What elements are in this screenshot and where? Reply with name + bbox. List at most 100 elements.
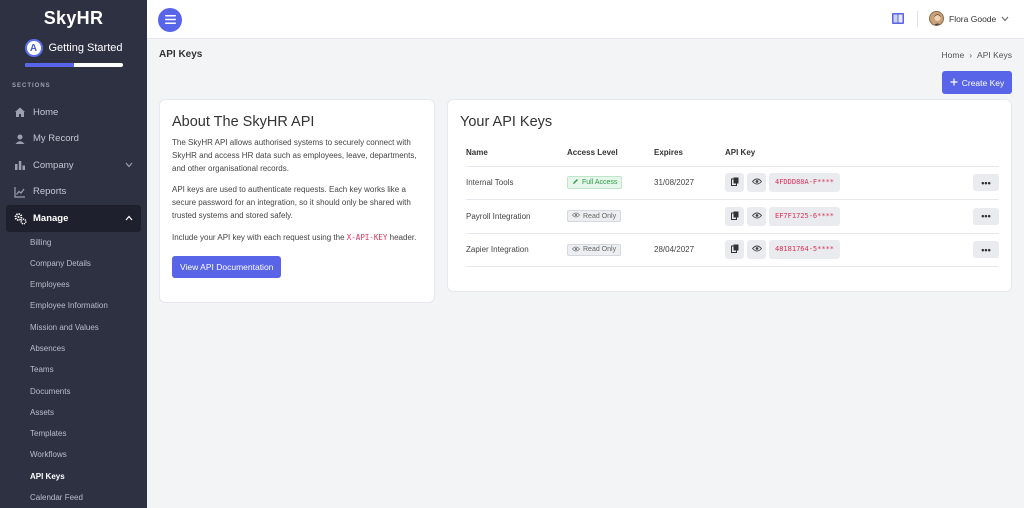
- api-key-header-code: X-API-KEY: [346, 232, 388, 242]
- copy-key-button[interactable]: [725, 206, 744, 226]
- key-name: Internal Tools: [466, 166, 567, 200]
- bar-chart-icon: [13, 158, 27, 172]
- view-api-documentation-button[interactable]: View API Documentation: [172, 255, 282, 278]
- table-header-row: Name Access Level Expires API Key: [466, 140, 999, 167]
- chevron-down-icon: [125, 160, 133, 171]
- access-badge-label: Read Only: [583, 212, 617, 220]
- getting-started-badge: A: [24, 39, 43, 57]
- access-badge-label: Read Only: [583, 246, 617, 254]
- submenu-item-assets[interactable]: Assets: [0, 402, 147, 423]
- actions-cell: •••: [965, 233, 999, 267]
- submenu-item-mission-and-values[interactable]: Mission and Values: [0, 317, 147, 338]
- sidebar-item-company[interactable]: Company: [0, 152, 147, 179]
- access-cell: Read Only: [567, 199, 654, 234]
- access-cell: Read Only: [567, 233, 654, 267]
- more-actions-button[interactable]: •••: [973, 207, 999, 225]
- access-badge: Read Only: [567, 243, 622, 256]
- reveal-key-button[interactable]: [747, 173, 766, 193]
- chevron-up-icon: [125, 213, 133, 224]
- eye-icon: [751, 178, 762, 187]
- table-row: Payroll Integration Read Only EF7F1725-6…: [466, 199, 999, 234]
- submenu-item-workflows[interactable]: Workflows: [0, 444, 147, 465]
- breadcrumb-current: API Keys: [977, 50, 1012, 60]
- manage-submenu: Billing Company Details Employees Employ…: [0, 232, 147, 508]
- copy-key-button[interactable]: [725, 240, 744, 260]
- sidebar-item-label: Home: [33, 106, 59, 118]
- sidebar-nav: Home My Record Company Reports Manage: [0, 99, 147, 232]
- sidebar-item-my-record[interactable]: My Record: [0, 126, 147, 153]
- submenu-item-employee-information[interactable]: Employee Information: [0, 295, 147, 316]
- key-cell: EF7F1725-6****: [725, 199, 965, 234]
- menu-toggle-button[interactable]: [158, 8, 182, 32]
- submenu-item-api-keys[interactable]: API Keys: [0, 466, 147, 487]
- create-key-button[interactable]: Create Key: [942, 71, 1012, 94]
- page-title: API Keys: [159, 49, 203, 60]
- api-key-value: 48181764-5****: [769, 240, 841, 260]
- sections-title: SECTIONS: [12, 83, 51, 89]
- more-actions-button[interactable]: •••: [973, 174, 999, 192]
- sidebar-item-label: Company: [33, 159, 74, 171]
- topbar-divider: [917, 11, 918, 27]
- breadcrumb: Home › API Keys: [942, 50, 1013, 60]
- submenu-item-employees[interactable]: Employees: [0, 274, 147, 295]
- user-menu[interactable]: Flora Goode: [929, 11, 1009, 26]
- reveal-key-button[interactable]: [747, 240, 766, 260]
- api-keys-title: Your API Keys: [460, 114, 553, 130]
- key-name: Payroll Integration: [466, 199, 567, 234]
- key-expires: [654, 199, 725, 234]
- more-actions-button[interactable]: •••: [973, 241, 999, 259]
- access-badge-label: Full Access: [582, 179, 618, 187]
- avatar: [929, 11, 944, 26]
- submenu-item-templates[interactable]: Templates: [0, 423, 147, 444]
- api-key-value: EF7F1725-6****: [769, 206, 841, 226]
- about-api-paragraph-1: The SkyHR API allows authorised systems …: [172, 138, 417, 173]
- sidebar-item-label: Manage: [33, 212, 69, 224]
- submenu-item-teams[interactable]: Teams: [0, 359, 147, 380]
- key-cell: 4FDDD88A-F****: [725, 166, 965, 200]
- submenu-item-calendar-feed[interactable]: Calendar Feed: [0, 487, 147, 508]
- access-badge: Full Access: [567, 176, 623, 190]
- access-cell: Full Access: [567, 166, 654, 200]
- about-api-p3-after: header.: [387, 232, 417, 242]
- key-cell-group: 4FDDD88A-F****: [725, 173, 965, 193]
- about-api-card: About The SkyHR API The SkyHR API allows…: [159, 99, 435, 303]
- api-keys-card: Your API Keys Name Access Level Expires …: [447, 99, 1012, 292]
- eye-icon: [751, 245, 762, 254]
- submenu-item-billing[interactable]: Billing: [0, 232, 147, 253]
- getting-started[interactable]: A Getting Started: [0, 39, 147, 57]
- submenu-item-absences[interactable]: Absences: [0, 338, 147, 359]
- breadcrumb-home[interactable]: Home: [942, 50, 965, 60]
- sidebar-item-reports[interactable]: Reports: [0, 179, 147, 206]
- table-row: Internal Tools Full Access 31/08/2027 4F…: [466, 166, 999, 200]
- key-expires: 28/04/2027: [654, 233, 725, 267]
- key-name: Zapier Integration: [466, 233, 567, 267]
- book-icon[interactable]: [891, 12, 905, 27]
- column-header-expires: Expires: [654, 140, 725, 167]
- column-header-api-key: API Key: [725, 140, 965, 167]
- sidebar-item-home[interactable]: Home: [0, 99, 147, 126]
- key-cell-group: EF7F1725-6****: [725, 206, 965, 226]
- line-chart-icon: [13, 185, 27, 199]
- getting-started-progress-fill: [24, 63, 74, 67]
- home-icon: [13, 105, 27, 119]
- brand-logo[interactable]: SkyHR: [0, 8, 147, 29]
- hamburger-icon: [164, 14, 176, 26]
- column-header-access-level: Access Level: [567, 140, 654, 167]
- actions-cell: •••: [965, 166, 999, 200]
- about-api-title: About The SkyHR API: [172, 114, 315, 130]
- api-key-value: 4FDDD88A-F****: [769, 173, 841, 193]
- breadcrumb-separator: ›: [969, 50, 973, 60]
- sidebar-item-manage[interactable]: Manage: [6, 205, 141, 232]
- about-api-paragraph-3: Include your API key with each request u…: [172, 232, 422, 245]
- reveal-key-button[interactable]: [747, 206, 766, 226]
- column-header-actions: [965, 140, 999, 167]
- column-header-name: Name: [466, 140, 567, 167]
- copy-key-button[interactable]: [725, 173, 744, 193]
- key-cell: 48181764-5****: [725, 233, 965, 267]
- table-row: Zapier Integration Read Only 28/04/2027 …: [466, 233, 999, 267]
- submenu-item-documents[interactable]: Documents: [0, 381, 147, 402]
- copy-icon: [730, 244, 739, 255]
- submenu-item-company-details[interactable]: Company Details: [0, 253, 147, 274]
- copy-icon: [730, 211, 739, 222]
- getting-started-progress: [24, 63, 123, 67]
